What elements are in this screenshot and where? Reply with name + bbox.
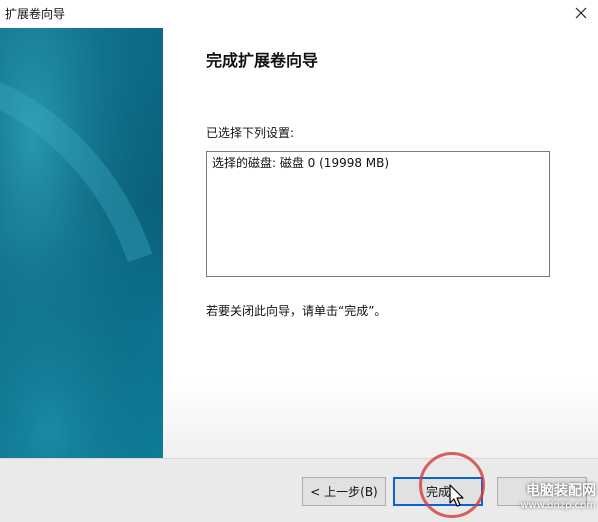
side-panel-art: [0, 28, 163, 458]
back-button[interactable]: < 上一步(B): [302, 477, 386, 506]
close-button[interactable]: [570, 3, 592, 23]
finish-hint: 若要关闭此向导，请单击“完成”。: [206, 304, 387, 318]
finish-button[interactable]: 完成: [393, 477, 483, 506]
watermark-title: 电脑装配网: [526, 483, 596, 499]
settings-label: 已选择下列设置:: [206, 126, 295, 140]
watermark-url: www.dnzp.com: [520, 500, 596, 511]
settings-summary-box[interactable]: 选择的磁盘: 磁盘 0 (19998 MB): [206, 151, 550, 277]
title-bar: 扩展卷向导: [0, 0, 598, 28]
watermark: 电脑装配网 www.dnzp.com: [510, 482, 596, 520]
window-title: 扩展卷向导: [5, 7, 66, 21]
content-shade: [163, 380, 598, 458]
settings-line: 选择的磁盘: 磁盘 0 (19998 MB): [212, 156, 390, 170]
page-title: 完成扩展卷向导: [206, 51, 319, 70]
close-icon: [575, 7, 587, 19]
wizard-side-panel: [0, 28, 163, 458]
